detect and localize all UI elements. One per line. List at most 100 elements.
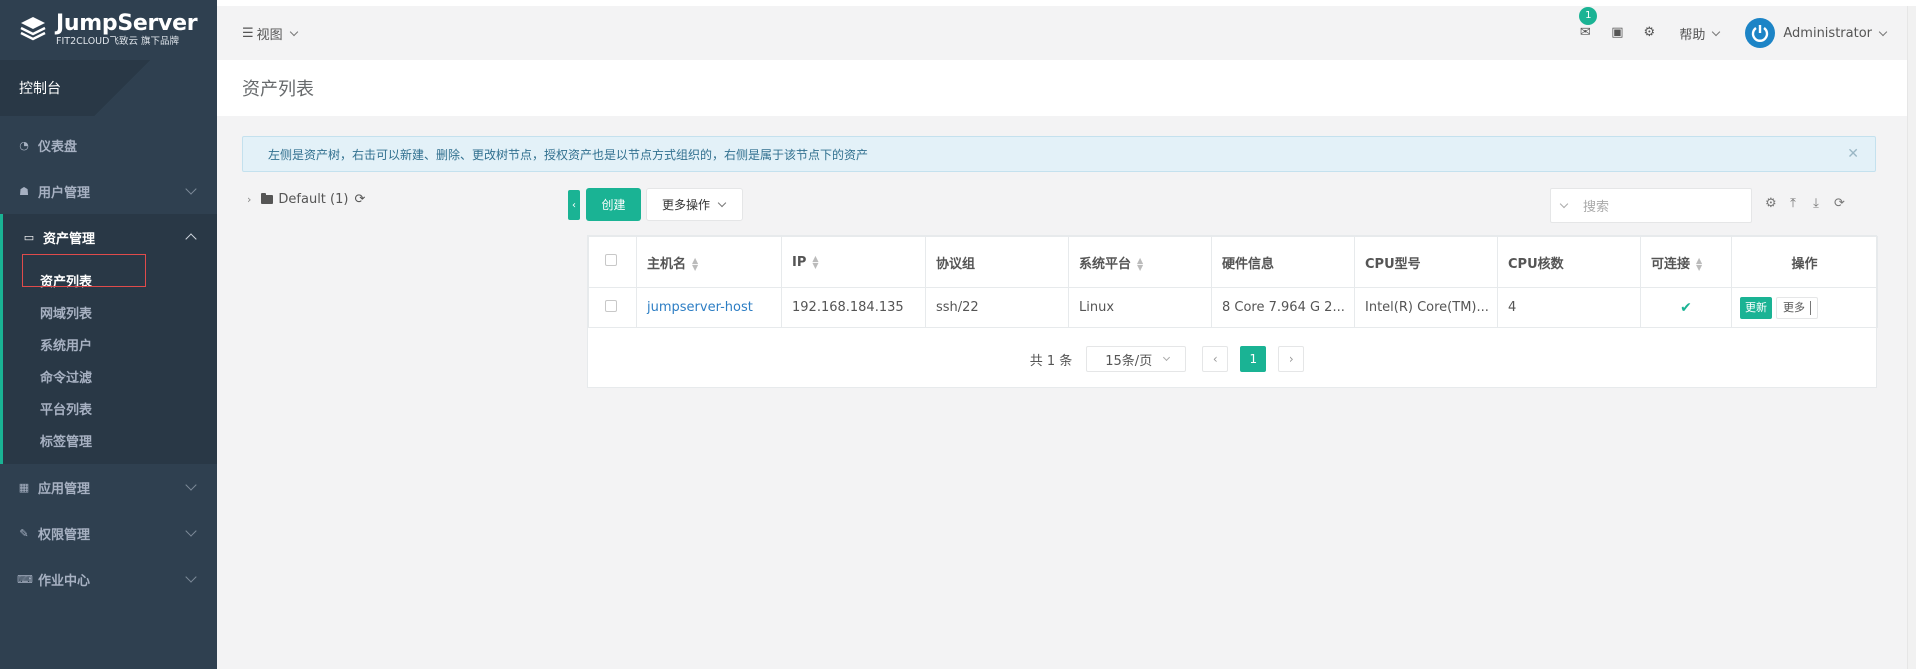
chevron-down-icon bbox=[185, 571, 197, 583]
view-menu-button[interactable]: ☰ 视图 bbox=[242, 24, 298, 43]
column-hardware: 硬件信息 bbox=[1211, 236, 1355, 288]
chevron-down-icon bbox=[1810, 300, 1811, 315]
brand-title: JumpServer bbox=[56, 10, 198, 36]
cell-ip: 192.168.184.135 bbox=[781, 287, 926, 328]
table-header-row: 主机名 ▲ ▼ IP ▲ ▼ 协议组 系统平台 ▲ ▼ 硬件信息 CPU型号 CPU核数 可… bbox=[588, 236, 1878, 288]
cell-hostname[interactable]: jumpserver-host bbox=[636, 287, 782, 328]
jumpserver-logo-icon bbox=[18, 15, 48, 45]
main-content: 左侧是资产树，右击可以新建、删除、更改树节点，授权资产也是以节点方式组织的，右侧… bbox=[217, 116, 1907, 669]
avatar[interactable] bbox=[1745, 18, 1776, 48]
next-page-button[interactable]: › bbox=[1278, 346, 1305, 372]
help-menu-button[interactable]: 帮助 bbox=[1679, 24, 1721, 43]
sort-icon[interactable]: ▲ ▼ bbox=[812, 255, 818, 270]
cell-cpu-cores: 4 bbox=[1497, 287, 1641, 328]
cell-actions: 更新 更多 bbox=[1731, 287, 1878, 328]
column-cpu-model: CPU型号 bbox=[1354, 236, 1498, 288]
sidebar: JumpServer FIT2CLOUD飞致云 旗下品牌 控制台 ◔ 仪表盘 ☗… bbox=[0, 0, 217, 669]
asset-table: 主机名 ▲ ▼ IP ▲ ▼ 协议组 系统平台 ▲ ▼ 硬件信息 CPU型号 CPU核数 可… bbox=[587, 235, 1878, 388]
sidebar-item-label: 作业中心 bbox=[38, 573, 91, 589]
tree-toggle-button[interactable]: ‹ bbox=[568, 190, 580, 220]
chevron-down-icon[interactable] bbox=[1559, 199, 1569, 209]
select-all-checkbox[interactable] bbox=[605, 254, 617, 266]
info-alert: 左侧是资产树，右击可以新建、删除、更改树节点，授权资产也是以节点方式组织的，右侧… bbox=[242, 136, 1876, 172]
column-hostname[interactable]: 主机名 ▲ ▼ bbox=[636, 236, 782, 288]
table-tools: ⚙ ⤒ ⤓ ⟳ bbox=[1765, 196, 1857, 211]
upload-icon[interactable]: ⤒ bbox=[1788, 196, 1804, 211]
tree-node-default[interactable]: Default (1) bbox=[278, 192, 348, 207]
sidebar-item-label: 应用管理 bbox=[38, 481, 91, 497]
grid-icon: ▦ bbox=[18, 480, 30, 494]
prev-page-button[interactable]: ‹ bbox=[1202, 346, 1229, 372]
column-connectivity[interactable]: 可连接 ▲ ▼ bbox=[1640, 236, 1732, 288]
chevron-down-icon bbox=[289, 27, 298, 36]
close-icon[interactable]: ✕ bbox=[1847, 146, 1859, 162]
table-row: jumpserver-host 192.168.184.135 ssh/22 L… bbox=[588, 287, 1878, 328]
update-button[interactable]: 更新 bbox=[1740, 296, 1772, 319]
sidebar-item-users[interactable]: ☗ 用户管理 bbox=[0, 168, 217, 214]
logo[interactable]: JumpServer FIT2CLOUD飞致云 旗下品牌 bbox=[0, 0, 217, 60]
gear-icon[interactable]: ⚙ bbox=[1641, 25, 1657, 41]
brand-subtitle: FIT2CLOUD飞致云 旗下品牌 bbox=[56, 35, 179, 47]
cell-cpu-model: Intel(R) Core(TM)... bbox=[1354, 287, 1498, 328]
user-name: Administrator bbox=[1783, 25, 1872, 41]
cell-protocols: ssh/22 bbox=[925, 287, 1069, 328]
highlight-box bbox=[22, 254, 146, 287]
inbox-icon: ▭ bbox=[23, 230, 35, 244]
chevron-right-icon[interactable]: › bbox=[247, 193, 251, 206]
refresh-icon[interactable]: ⟳ bbox=[1834, 196, 1850, 211]
power-icon bbox=[1752, 25, 1769, 42]
asset-tree: › Default (1) ⟳ bbox=[247, 192, 365, 207]
page-button-current[interactable]: 1 bbox=[1240, 346, 1267, 372]
keyboard-icon: ⌨ bbox=[17, 572, 33, 586]
page-size-select[interactable]: 15条/页 bbox=[1086, 346, 1187, 372]
sidebar-item-applications[interactable]: ▦ 应用管理 bbox=[0, 464, 217, 510]
sidebar-subitem-command-filter[interactable]: 命令过滤 bbox=[3, 360, 217, 392]
row-more-label: 更多 bbox=[1783, 300, 1805, 314]
cell-connectivity: ✔ bbox=[1640, 287, 1732, 328]
gear-icon[interactable]: ⚙ bbox=[1765, 196, 1781, 211]
sidebar-item-label: 资产管理 bbox=[43, 231, 96, 247]
chevron-down-icon bbox=[1712, 27, 1721, 36]
sidebar-item-dashboard[interactable]: ◔ 仪表盘 bbox=[0, 122, 217, 168]
mail-icon[interactable]: ✉ 1 bbox=[1577, 7, 1598, 41]
download-icon[interactable]: ⤓ bbox=[1811, 196, 1827, 211]
sort-icon[interactable]: ▲ ▼ bbox=[1696, 257, 1702, 272]
sidebar-item-jobs[interactable]: ⌨ 作业中心 bbox=[0, 556, 217, 602]
page-size-label: 15条/页 bbox=[1105, 353, 1153, 369]
column-platform[interactable]: 系统平台 ▲ ▼ bbox=[1068, 236, 1212, 288]
scrollbar[interactable] bbox=[1907, 6, 1916, 669]
column-cpu-cores: CPU核数 bbox=[1497, 236, 1641, 288]
assets-submenu: 资产列表 网域列表 系统用户 命令过滤 平台列表 标签管理 bbox=[0, 260, 217, 464]
row-more-button[interactable]: 更多 bbox=[1776, 296, 1818, 319]
chevron-down-icon bbox=[717, 198, 727, 208]
cell-hardware: 8 Core 7.964 G 2... bbox=[1211, 287, 1355, 328]
create-button[interactable]: 创建 bbox=[586, 188, 641, 221]
column-ip[interactable]: IP ▲ ▼ bbox=[781, 236, 926, 288]
check-icon: ✔ bbox=[1680, 299, 1692, 316]
page-title: 资产列表 bbox=[217, 60, 1907, 116]
menu-icon: ☰ bbox=[242, 25, 254, 41]
chevron-down-icon bbox=[1878, 27, 1888, 36]
row-select-cell[interactable] bbox=[588, 287, 637, 328]
terminal-icon[interactable]: ▣ bbox=[1609, 25, 1625, 41]
mail-badge: 1 bbox=[1579, 7, 1598, 25]
sidebar-subitem-system-users[interactable]: 系统用户 bbox=[3, 328, 217, 360]
chevron-up-icon bbox=[185, 233, 197, 245]
user-menu-button[interactable]: Administrator bbox=[1783, 25, 1888, 41]
alert-text: 左侧是资产树，右击可以新建、删除、更改树节点，授权资产也是以节点方式组织的，右侧… bbox=[268, 147, 869, 162]
sidebar-subitem-domain-list[interactable]: 网域列表 bbox=[3, 296, 217, 328]
hostname-link[interactable]: jumpserver-host bbox=[647, 300, 753, 315]
sidebar-subitem-label-manage[interactable]: 标签管理 bbox=[3, 424, 217, 456]
more-actions-button[interactable]: 更多操作 bbox=[646, 188, 743, 221]
select-all-cell[interactable] bbox=[588, 236, 637, 288]
sort-icon[interactable]: ▲ ▼ bbox=[1137, 257, 1143, 272]
console-label[interactable]: 控制台 bbox=[0, 60, 217, 116]
sidebar-item-permissions[interactable]: ✎ 权限管理 bbox=[0, 510, 217, 556]
sort-icon[interactable]: ▲ ▼ bbox=[692, 257, 698, 272]
refresh-icon[interactable]: ⟳ bbox=[354, 192, 365, 207]
row-checkbox[interactable] bbox=[605, 299, 617, 312]
sidebar-item-label: 权限管理 bbox=[38, 527, 91, 543]
sidebar-subitem-platform-list[interactable]: 平台列表 bbox=[3, 392, 217, 424]
search-input[interactable]: 搜索 bbox=[1550, 188, 1752, 223]
chevron-down-icon bbox=[185, 525, 197, 537]
